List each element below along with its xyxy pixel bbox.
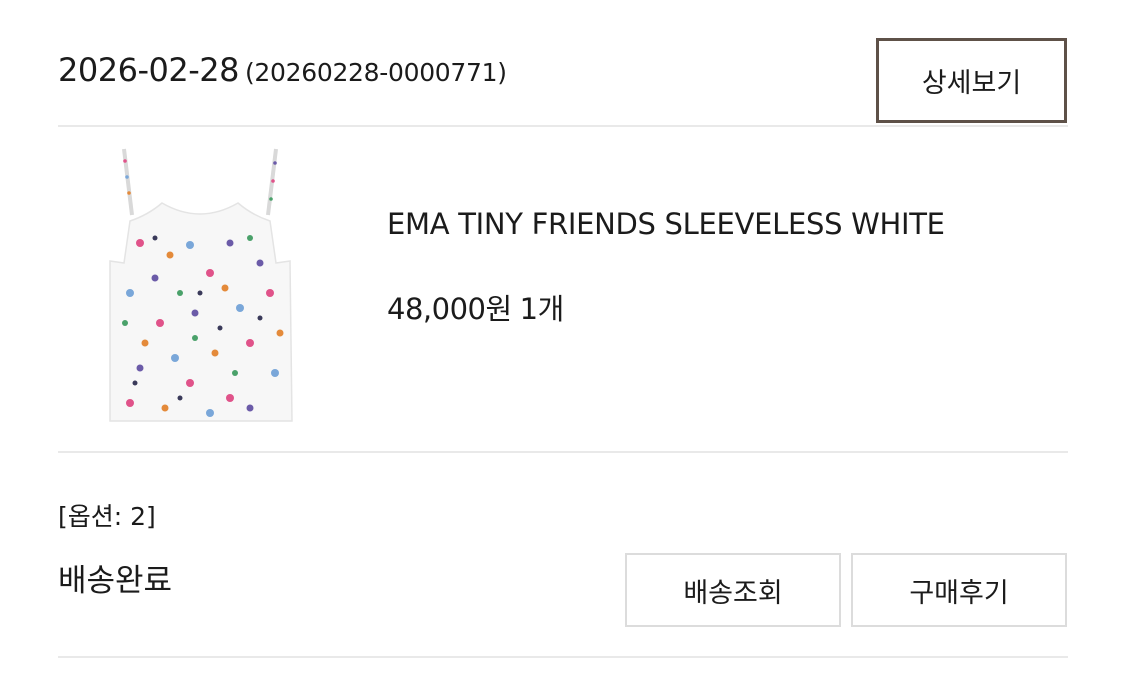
delivery-status: 배송완료 — [58, 563, 173, 599]
divider — [58, 125, 1068, 127]
product-price-line: 48,000원 1개 — [387, 289, 564, 329]
order-date: 2026-02-28 — [58, 51, 239, 89]
product-image — [109, 148, 293, 422]
track-delivery-button[interactable]: 배송조회 — [625, 553, 841, 627]
product-quantity: 1개 — [519, 292, 565, 326]
option-text: [옵션: 2] — [58, 502, 156, 531]
order-item-card: 2026-02-28 (20260228-0000771) 상세보기 EMA T… — [0, 0, 1125, 677]
view-details-button[interactable]: 상세보기 — [876, 38, 1067, 123]
product-name[interactable]: EMA TINY FRIENDS SLEEVELESS WHITE — [387, 204, 945, 244]
write-review-button[interactable]: 구매후기 — [851, 553, 1067, 627]
product-price: 48,000원 — [387, 292, 512, 326]
product-thumbnail[interactable] — [100, 143, 300, 433]
divider — [58, 451, 1068, 453]
order-header: 2026-02-28 (20260228-0000771) — [58, 50, 507, 93]
order-number: (20260228-0000771) — [244, 58, 507, 87]
divider — [58, 656, 1068, 658]
